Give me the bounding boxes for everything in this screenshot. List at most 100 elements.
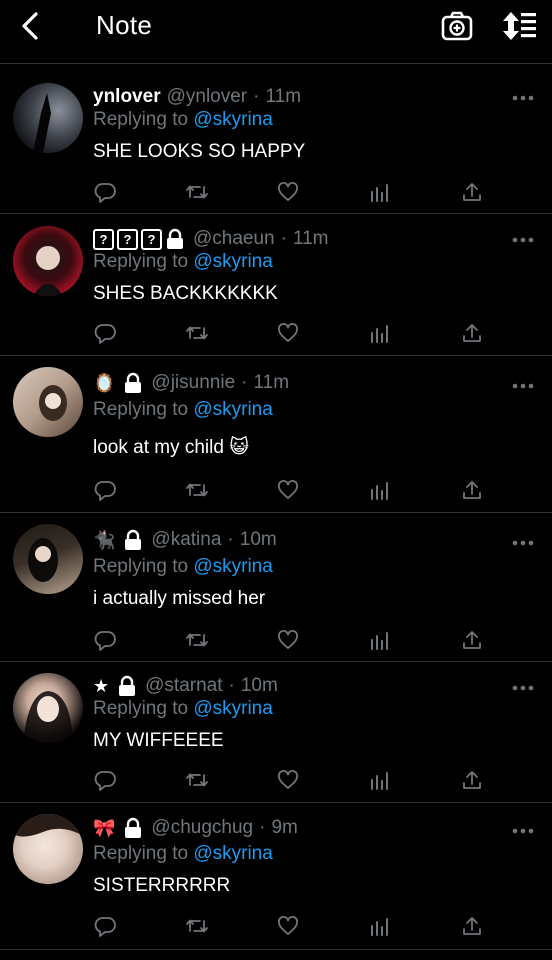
author-handle[interactable]: @jisunnie xyxy=(151,372,235,394)
reply-button[interactable] xyxy=(93,628,117,652)
author-row: ? ? ? @chaeun · 11m xyxy=(93,226,329,252)
retweet-icon xyxy=(186,919,208,933)
like-button[interactable] xyxy=(276,768,300,792)
retweet-button[interactable] xyxy=(185,478,209,502)
retweet-button[interactable] xyxy=(185,768,209,792)
analytics-button[interactable] xyxy=(368,321,392,345)
reply-icon xyxy=(94,481,116,501)
share-button[interactable] xyxy=(460,768,484,792)
retweet-button[interactable] xyxy=(185,914,209,938)
share-icon xyxy=(463,631,481,649)
share-icon xyxy=(463,917,481,935)
retweet-button[interactable] xyxy=(185,180,209,204)
analytics-button[interactable] xyxy=(368,628,392,652)
like-button[interactable] xyxy=(276,321,300,345)
reply-text: SHE LOOKS SO HAPPY xyxy=(93,141,306,162)
display-name[interactable]: ynlover xyxy=(93,86,161,108)
reply-item[interactable]: 🪞 @jisunnie · 11m Replying to @skyrina l… xyxy=(0,356,552,513)
reply-button[interactable] xyxy=(93,914,117,938)
action-bar xyxy=(93,180,493,204)
analytics-icon xyxy=(371,325,388,343)
more-options-button[interactable] xyxy=(512,232,534,243)
share-button[interactable] xyxy=(460,478,484,502)
share-button[interactable] xyxy=(460,628,484,652)
more-options-button[interactable] xyxy=(512,535,534,546)
mention-link[interactable]: @skyrina xyxy=(193,556,272,577)
reply-text: SHES BACKKKKKKK xyxy=(93,283,278,304)
reply-button[interactable] xyxy=(93,321,117,345)
avatar[interactable] xyxy=(13,226,83,296)
retweet-button[interactable] xyxy=(185,321,209,345)
share-button[interactable] xyxy=(460,321,484,345)
reply-text: SISTERRRRRR xyxy=(93,875,231,896)
more-options-button[interactable] xyxy=(512,90,534,101)
back-button[interactable] xyxy=(14,10,48,44)
name-emoji: ★ xyxy=(93,675,110,696)
more-icon xyxy=(512,95,534,101)
like-button[interactable] xyxy=(276,180,300,204)
avatar[interactable] xyxy=(13,673,83,743)
avatar[interactable] xyxy=(13,814,83,884)
like-button[interactable] xyxy=(276,478,300,502)
like-button[interactable] xyxy=(276,914,300,938)
separator-dot: · xyxy=(227,529,234,550)
lock-icon xyxy=(165,228,185,250)
mention-link[interactable]: @skyrina xyxy=(193,698,272,719)
retweet-button[interactable] xyxy=(185,628,209,652)
separator-dot: · xyxy=(228,675,235,696)
name-glyph: ? xyxy=(141,228,162,250)
analytics-button[interactable] xyxy=(368,768,392,792)
mention-link[interactable]: @skyrina xyxy=(193,399,272,420)
reply-item[interactable]: ★ @starnat · 10m Replying to @skyrina MY… xyxy=(0,662,552,803)
mention-link[interactable]: @skyrina xyxy=(193,843,272,864)
analytics-button[interactable] xyxy=(368,180,392,204)
author-handle[interactable]: @katina xyxy=(151,529,221,551)
replying-to: Replying to @skyrina xyxy=(93,556,273,578)
camera-button[interactable] xyxy=(439,9,475,43)
analytics-button[interactable] xyxy=(368,478,392,502)
like-icon xyxy=(278,630,298,649)
reply-item[interactable]: 🐈‍⬛ @katina · 10m Replying to @skyrina i… xyxy=(0,513,552,662)
more-options-button[interactable] xyxy=(512,680,534,691)
more-options-button[interactable] xyxy=(512,378,534,389)
replying-to: Replying to @skyrina xyxy=(93,251,273,273)
author-row: 🪞 @jisunnie · 11m xyxy=(93,370,289,396)
avatar[interactable] xyxy=(13,524,83,594)
reply-item[interactable]: ynlover @ynlover · 11m Replying to @skyr… xyxy=(0,66,552,214)
author-handle[interactable]: @starnat xyxy=(145,675,222,697)
replying-to: Replying to @skyrina xyxy=(93,698,273,720)
mention-link[interactable]: @skyrina xyxy=(193,109,272,130)
avatar[interactable] xyxy=(13,367,83,437)
reply-item[interactable]: 🎀 @chugchug · 9m Replying to @skyrina SI… xyxy=(0,803,552,950)
analytics-icon xyxy=(371,482,388,500)
action-bar xyxy=(93,321,493,345)
author-handle[interactable]: @ynlover xyxy=(167,86,248,108)
reply-button[interactable] xyxy=(93,180,117,204)
sort-button[interactable] xyxy=(500,9,540,43)
reply-item[interactable]: ? ? ? @chaeun · 11m Replying to @skyrina… xyxy=(0,214,552,356)
author-handle[interactable]: @chugchug xyxy=(151,817,253,839)
separator-dot: · xyxy=(253,86,260,107)
lock-icon xyxy=(123,372,143,394)
avatar[interactable] xyxy=(13,83,83,153)
action-bar xyxy=(93,914,493,938)
retweet-icon xyxy=(186,483,208,497)
more-options-button[interactable] xyxy=(512,823,534,834)
share-button[interactable] xyxy=(460,914,484,938)
like-button[interactable] xyxy=(276,628,300,652)
mention-link[interactable]: @skyrina xyxy=(193,251,272,272)
replying-prefix: Replying to xyxy=(93,843,189,864)
author-handle[interactable]: @chaeun xyxy=(193,228,275,250)
author-row: 🐈‍⬛ @katina · 10m xyxy=(93,527,277,553)
replying-prefix: Replying to xyxy=(93,399,189,420)
reply-button[interactable] xyxy=(93,478,117,502)
timestamp: 11m xyxy=(292,228,329,249)
reply-text: i actually missed her xyxy=(93,588,266,609)
analytics-button[interactable] xyxy=(368,914,392,938)
replying-prefix: Replying to xyxy=(93,251,189,272)
reply-button[interactable] xyxy=(93,768,117,792)
share-button[interactable] xyxy=(460,180,484,204)
reply-icon xyxy=(94,917,116,937)
author-row: ★ @starnat · 10m xyxy=(93,673,278,699)
timestamp: 11m xyxy=(253,372,290,393)
